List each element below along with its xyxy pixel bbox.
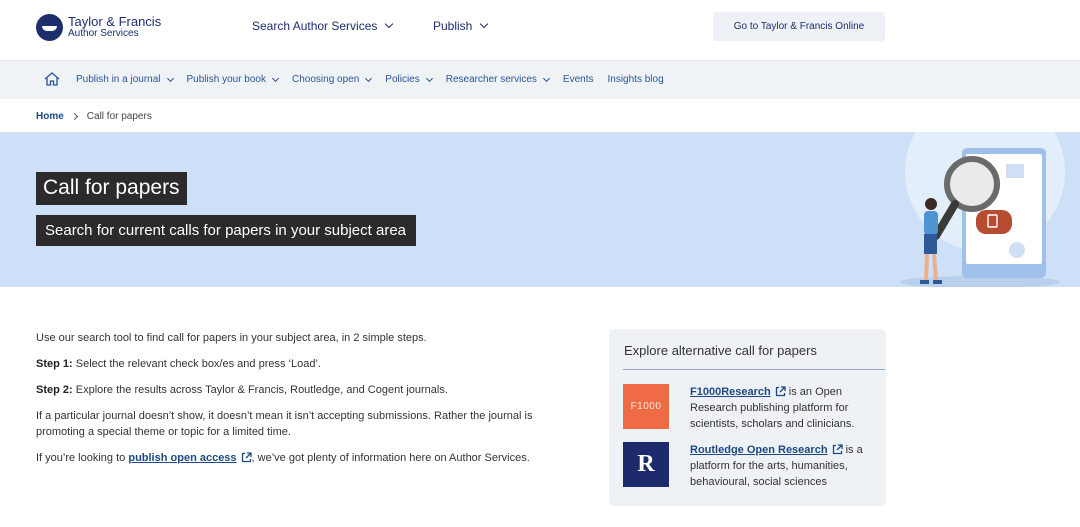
taylor-francis-logo[interactable]: Taylor & Francis Author Services [36,14,161,41]
secondary-nav: Publish in a journal Publish your book C… [0,60,1080,99]
journal-note: If a particular journal doesn’t show, it… [36,410,533,438]
chevron-down-icon [542,74,550,82]
chevron-right-icon [70,112,78,121]
nav-label: Policies [385,74,420,85]
nav-events[interactable]: Events [563,74,594,85]
step-2-text: Explore the results across Taylor & Fran… [72,384,448,396]
step-2: Step 2: Explore the results across Taylo… [36,382,556,398]
go-to-tf-online-button[interactable]: Go to Taylor & Francis Online [713,12,885,41]
logo-title: Taylor & Francis [68,13,162,29]
nav-insights-blog[interactable]: Insights blog [607,74,663,85]
publish-open-access-link[interactable]: publish open access [128,452,236,464]
step-1: Step 1: Select the relevant check box/es… [36,356,556,372]
intro-text: Use our search tool to find call for pap… [36,332,427,344]
nav-label: Events [562,74,594,85]
breadcrumb-current: Call for papers [86,111,152,122]
external-link-icon [241,452,252,463]
chevron-down-icon [271,74,280,82]
step-1-label: Step 1: [36,358,73,370]
f1000-logo[interactable]: F1000 [623,384,669,429]
chevron-down-icon [166,74,174,82]
search-author-services-menu[interactable]: Search Author Services [252,19,394,33]
routledge-logo-text: R [637,451,655,477]
nav-publish-in-journal[interactable]: Publish in a journal [76,74,174,85]
logo-subtitle: Author Services [68,27,139,39]
breadcrumb: Home Call for papers [36,111,152,122]
page-subtitle: Search for current calls for papers in y… [36,215,417,246]
taylor-francis-logo-icon [36,14,63,41]
external-link-icon [775,386,786,397]
oa-prefix: If you’re looking to [36,452,129,464]
oa-suffix: , we’ve got plenty of information here o… [251,452,530,464]
routledge-open-research-link[interactable]: Routledge Open Research [690,444,828,456]
top-header: Taylor & Francis Author Services Search … [0,0,1080,60]
main-content: Use our search tool to find call for pap… [36,330,556,476]
publish-menu[interactable]: Publish [433,19,489,33]
page-title: Call for papers [36,172,187,205]
magnifier-illustration-icon [900,132,1065,287]
breadcrumb-home-link[interactable]: Home [36,111,64,122]
step-1-text: Select the relevant check box/es and pre… [72,358,321,370]
nav-policies[interactable]: Policies [385,74,433,85]
hero-banner: Call for papers Search for current calls… [0,132,1080,287]
nav-label: Publish your book [186,74,267,85]
chevron-down-icon [365,74,373,82]
search-author-services-label: Search Author Services [252,19,378,33]
divider [623,369,885,370]
nav-label: Researcher services [445,74,537,85]
publish-label: Publish [433,19,473,33]
chevron-down-icon [385,19,394,29]
routledge-logo[interactable]: R [623,442,669,487]
alternative-call-for-papers-panel: Explore alternative call for papers F100… [609,329,886,506]
nav-label: Insights blog [607,74,664,85]
f1000-logo-text: F1000 [630,401,662,412]
nav-choosing-open[interactable]: Choosing open [292,74,373,85]
f1000research-link[interactable]: F1000Research [690,386,771,398]
step-2-label: Step 2: [36,384,73,396]
chevron-down-icon [480,19,489,29]
nav-publish-your-book[interactable]: Publish your book [186,74,280,85]
sidebar-title: Explore alternative call for papers [624,343,817,358]
home-icon[interactable] [44,72,60,86]
nav-label: Choosing open [292,74,360,85]
chevron-down-icon [425,74,433,82]
external-link-icon [832,444,843,455]
open-access-paragraph: If you’re looking to publish open access… [36,450,556,466]
nav-researcher-services[interactable]: Researcher services [445,74,550,85]
nav-label: Publish in a journal [76,74,161,85]
